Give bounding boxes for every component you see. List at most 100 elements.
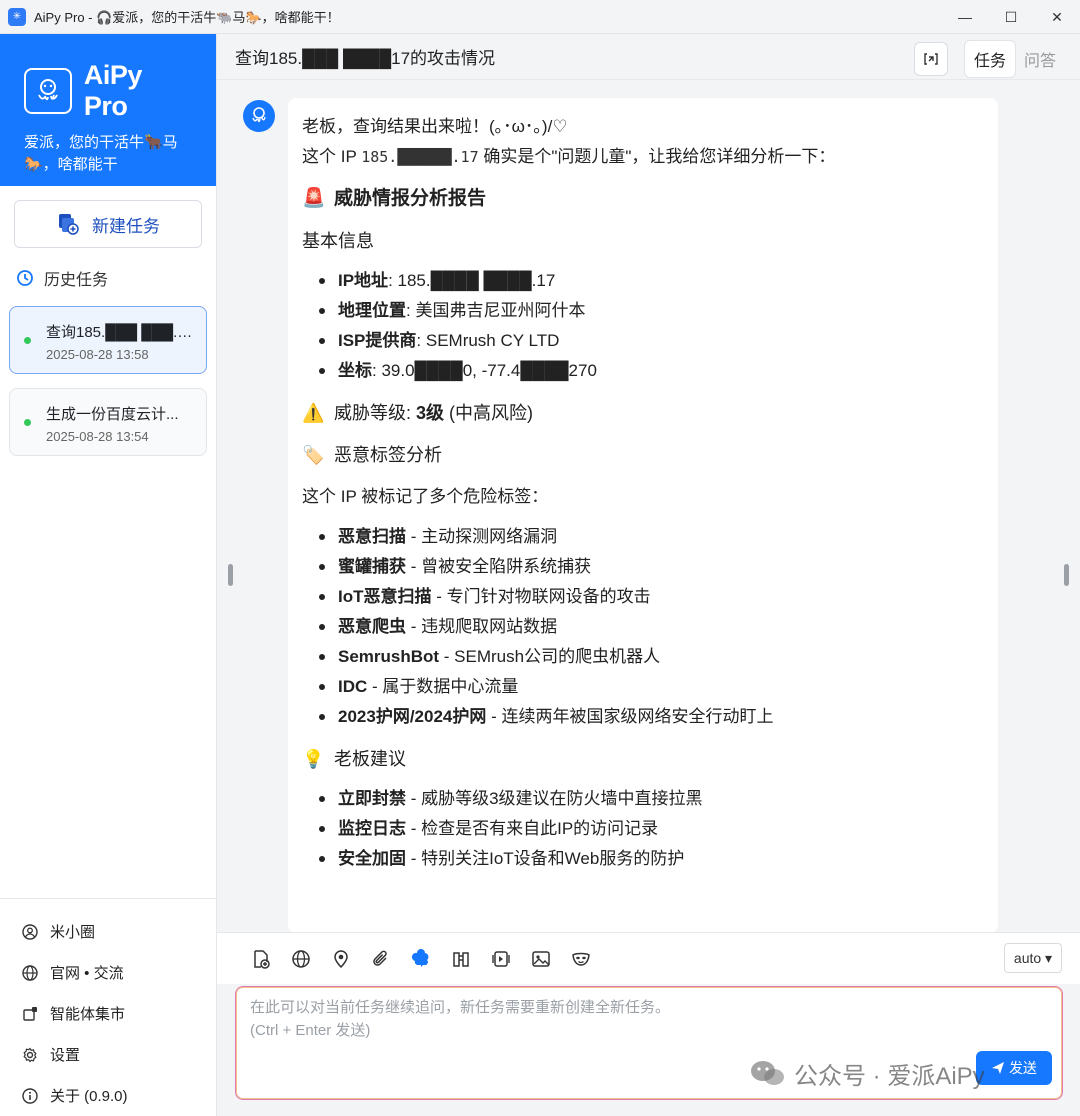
list-item: 蜜罐捕获 - 曾被安全陷阱系统捕获 — [302, 552, 984, 582]
web-search-button[interactable] — [281, 939, 321, 979]
conversation-header: 查询185.███ ████17的攻击情况 任务 问答 — [217, 34, 1080, 80]
tab-task[interactable]: 任务 — [963, 40, 1016, 78]
tab-qa[interactable]: 问答 — [1016, 41, 1064, 77]
screen-icon — [492, 950, 510, 967]
share-icon — [924, 53, 938, 65]
list-item: 监控日志 - 检查是否有来自此IP的访问记录 — [302, 814, 984, 844]
share-button[interactable] — [913, 42, 948, 76]
new-task-label: 新建任务 — [92, 216, 160, 236]
sidebar-footer: 米小圈 官网 • 交流 智能体集市 设置 关于 (0.9.0) — [0, 898, 216, 1116]
sidebar: AiPy Pro 爱派，您的干活牛🐂马 🐎，啥都能干 新建任务 历史任务 查询1… — [0, 34, 217, 1116]
list-item: 恶意爬虫 - 违规爬取网站数据 — [302, 612, 984, 642]
history-task-item[interactable]: 生成一份百度云计... 2025-08-28 13:54 — [9, 388, 207, 456]
tags-intro: 这个 IP 被标记了多个危险标签： — [302, 487, 549, 506]
ip-inline-code: 185.██████.17 — [361, 148, 479, 166]
mode-switch: 任务 问答 — [963, 40, 1064, 78]
watermark: 公众号 · 爱派AiPy — [750, 1056, 985, 1091]
assistant-message: 老板，查询结果出来啦！(｡･ω･｡)/♡ 这个 IP 185.██████.17… — [288, 98, 998, 933]
upload-file-icon — [254, 949, 270, 969]
window-title: AiPy Pro - 🎧爱派，您的干活牛🐃马🐎，啥都能干！ — [34, 10, 340, 25]
maximize-button[interactable]: ☐ — [988, 0, 1034, 34]
close-button[interactable]: ✕ — [1034, 0, 1080, 34]
app-logo-icon: ✳ — [8, 7, 26, 26]
tags-list: 恶意扫描 - 主动探测网络漏洞 蜜罐捕获 - 曾被安全陷阱系统捕获 IoT恶意扫… — [302, 522, 984, 732]
knowledge-button[interactable] — [441, 939, 481, 979]
sidebar-link-agent-market[interactable]: 智能体集市 — [0, 993, 216, 1034]
image-button[interactable] — [521, 939, 561, 979]
task-time: 2025-08-28 13:58 — [46, 347, 149, 362]
image-icon — [532, 950, 550, 967]
history-icon — [17, 270, 33, 286]
greeting-text: 老板，查询结果出来啦！(｡･ω･｡)/♡ — [302, 117, 568, 136]
sidebar-link-website[interactable]: 官网 • 交流 — [0, 952, 216, 993]
wechat-icon — [751, 1060, 784, 1085]
info-icon — [22, 1087, 38, 1104]
globe-icon — [22, 964, 38, 981]
location-icon — [334, 949, 348, 968]
store-icon — [23, 1006, 37, 1021]
task-name: 生成一份百度云计... — [46, 406, 179, 423]
sidebar-link-user[interactable]: 米小圈 — [0, 911, 216, 952]
user-circle-icon — [22, 923, 38, 940]
list-item: ISP提供商: SEMrush CY LTD — [302, 326, 984, 356]
task-status-dot — [24, 419, 31, 426]
brand-slogan: 爱派，您的干活牛🐂马 🐎，啥都能干 — [24, 132, 192, 176]
gear-icon — [23, 1047, 37, 1062]
new-task-button[interactable]: 新建任务 — [14, 200, 202, 248]
conversation-title: 查询185.███ ████17的攻击情况 — [235, 49, 496, 68]
new-task-icon — [59, 214, 79, 235]
persona-button[interactable] — [561, 939, 601, 979]
intro-text: 这个 IP 185.██████.17 确实是个"问题儿童"，让我给您详细分析一… — [302, 147, 836, 166]
task-status-dot — [24, 337, 31, 344]
octopus-avatar-icon — [252, 107, 266, 123]
globe-icon — [292, 949, 310, 968]
list-item: 安全加固 - 特别关注IoT设备和Web服务的防护 — [302, 844, 984, 874]
task-time: 2025-08-28 13:54 — [46, 429, 149, 444]
upload-file-button[interactable] — [241, 939, 281, 979]
screen-button[interactable] — [481, 939, 521, 979]
threat-level-line: ⚠️ 威胁等级: 3级 (中高风险) — [302, 398, 984, 428]
list-item: SemrushBot - SEMrush公司的爬虫机器人 — [302, 642, 984, 672]
basic-info-heading: 基本信息 — [302, 231, 374, 251]
attachment-icon — [373, 950, 387, 966]
basic-info-list: IP地址: 185.████ ████.17 地理位置: 美国弗吉尼亚州阿什本 … — [302, 266, 984, 386]
list-item: 地理位置: 美国弗吉尼亚州阿什本 — [302, 296, 984, 326]
shortcut-hint: (Ctrl + Enter 发送) — [250, 1022, 371, 1039]
book-icon — [453, 951, 469, 967]
main-panel: 查询185.███ ████17的攻击情况 任务 问答 老板，查询结果出来啦！(… — [217, 34, 1080, 1116]
window-titlebar: ✳ AiPy Pro - 🎧爱派，您的干活牛🐃马🐎，啥都能干！ — ☐ ✕ — [0, 0, 1080, 34]
siren-icon: 🚨 — [302, 188, 326, 209]
model-select[interactable]: auto ▾ — [1004, 943, 1062, 973]
task-name: 查询185.███ ███.1... — [46, 324, 198, 341]
history-task-item[interactable]: 查询185.███ ███.1... 2025-08-28 13:58 — [9, 306, 207, 374]
sidebar-link-about[interactable]: 关于 (0.9.0) — [0, 1075, 216, 1116]
octopus-logo-icon — [24, 68, 72, 114]
list-item: 立即封禁 - 威胁等级3级建议在防火墙中直接拉黑 — [302, 784, 984, 814]
sidebar-link-settings[interactable]: 设置 — [0, 1034, 216, 1075]
brand-name: AiPy Pro — [83, 60, 143, 121]
location-button[interactable] — [321, 939, 361, 979]
list-item: 恶意扫描 - 主动探测网络漏洞 — [302, 522, 984, 552]
scrollbar-thumb[interactable] — [1064, 564, 1069, 586]
list-item: IDC - 属于数据中心流量 — [302, 672, 984, 702]
sidebar-resize-handle[interactable] — [228, 564, 233, 586]
tags-heading: 🏷️ 恶意标签分析 — [302, 440, 984, 470]
send-icon — [992, 1062, 1005, 1074]
mask-icon — [572, 952, 590, 966]
list-item: 2023护网/2024护网 - 连续两年被国家级网络安全行动盯上 — [302, 702, 984, 732]
send-button[interactable]: 发送 — [976, 1051, 1052, 1085]
history-heading: 历史任务 — [16, 266, 216, 290]
attachment-button[interactable] — [361, 939, 401, 979]
brain-button[interactable] — [401, 939, 441, 979]
report-heading: 🚨 威胁情报分析报告 — [302, 184, 984, 214]
list-item: 坐标: 39.0████0, -77.4████270 — [302, 356, 984, 386]
window-controls: — ☐ ✕ — [942, 0, 1080, 34]
warning-icon: ⚠️ — [302, 403, 325, 423]
list-item: IP地址: 185.████ ████.17 — [302, 266, 984, 296]
brand-header: AiPy Pro 爱派，您的干活牛🐂马 🐎，啥都能干 — [0, 34, 216, 186]
lightbulb-icon: 💡 — [302, 749, 325, 769]
tag-icon: 🏷️ — [302, 445, 325, 465]
minimize-button[interactable]: — — [942, 0, 988, 34]
assistant-avatar — [243, 100, 275, 132]
slogan-line-2: 🐎，啥都能干 — [24, 156, 118, 173]
